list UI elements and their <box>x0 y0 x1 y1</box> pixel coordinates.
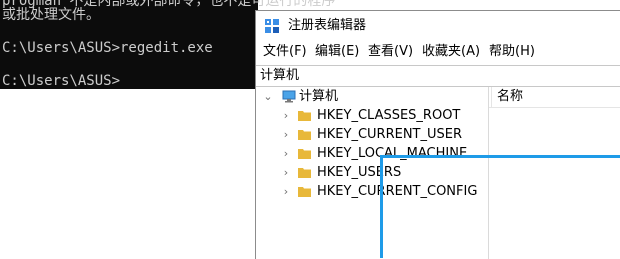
tree-item-hkcu[interactable]: › HKEY_CURRENT_USER <box>256 125 488 144</box>
folder-icon <box>298 111 311 121</box>
menu-file[interactable]: 文件(F) <box>261 42 309 62</box>
folder-icon <box>298 130 311 140</box>
chevron-down-icon[interactable]: ⌄ <box>262 87 274 106</box>
title-bar[interactable]: 注册表编辑器 <box>256 11 620 41</box>
menu-help[interactable]: 帮助(H) <box>487 42 537 62</box>
menu-bar: 文件(F) 编辑(E) 查看(V) 收藏夹(A) 帮助(H) <box>256 42 620 62</box>
window-title: 注册表编辑器 <box>288 18 367 33</box>
address-bar[interactable]: 计算机 <box>256 65 620 87</box>
folder-icon <box>298 187 311 197</box>
address-text: 计算机 <box>260 68 300 83</box>
menu-edit[interactable]: 编辑(E) <box>313 42 361 62</box>
chevron-right-icon[interactable]: › <box>280 182 292 201</box>
chevron-right-icon[interactable]: › <box>280 163 292 182</box>
cmd-prompt-line[interactable]: C:\Users\ASUS> <box>2 71 120 91</box>
tree-label-hkcu: HKEY_CURRENT_USER <box>317 127 463 142</box>
computer-icon <box>282 90 296 103</box>
tree-item-computer[interactable]: ⌄ 计算机 <box>256 87 488 106</box>
chevron-right-icon[interactable]: › <box>280 106 292 125</box>
column-divider[interactable] <box>491 87 492 107</box>
folder-icon <box>298 168 311 178</box>
tree-item-hkcr[interactable]: › HKEY_CLASSES_ROOT <box>256 106 488 125</box>
chevron-right-icon[interactable]: › <box>280 125 292 144</box>
annotation-highlight-box <box>380 155 620 258</box>
chevron-right-icon[interactable]: › <box>280 144 292 163</box>
tree-label-computer: 计算机 <box>299 89 339 104</box>
column-label-name: 名称 <box>497 89 524 104</box>
cmd-line-3: C:\Users\ASUS>regedit.exe <box>2 40 213 56</box>
menu-view[interactable]: 查看(V) <box>366 42 415 62</box>
column-header-name[interactable]: 名称 <box>489 87 620 108</box>
tree-label-hkcr: HKEY_CLASSES_ROOT <box>317 108 461 123</box>
folder-icon <box>298 149 311 159</box>
menu-favorites[interactable]: 收藏夹(A) <box>420 42 482 62</box>
cmd-line-2: 或批处理文件。 <box>2 7 100 23</box>
regedit-app-icon <box>265 19 279 33</box>
